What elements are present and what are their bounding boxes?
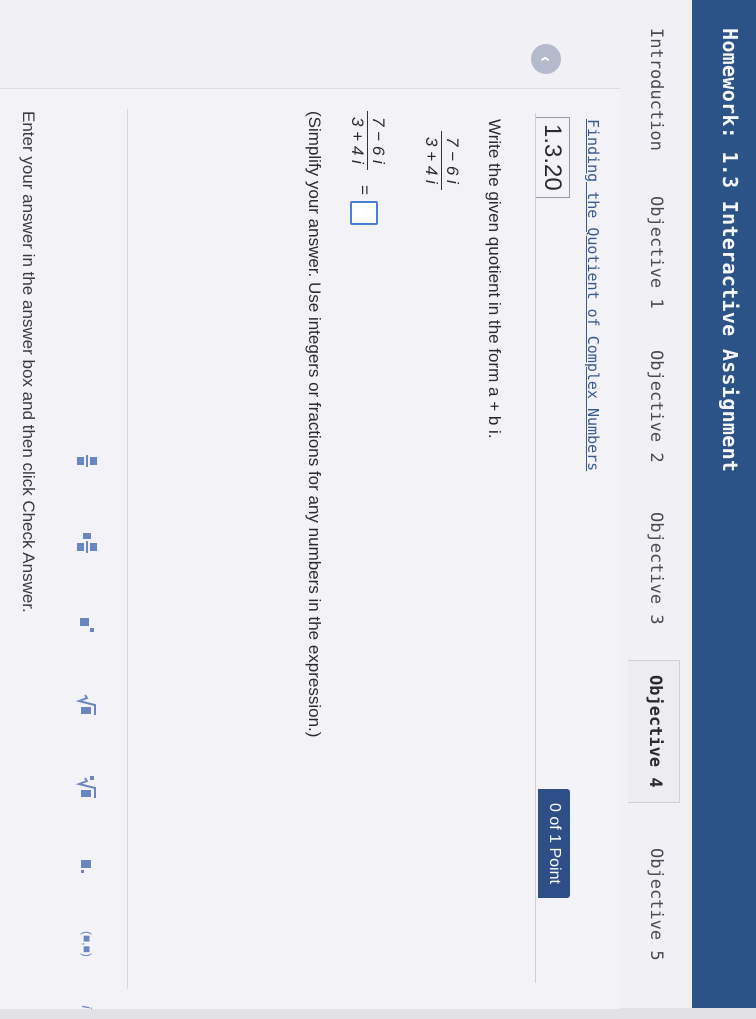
equation-denominator: 3 + 4 i <box>348 117 367 164</box>
tab-introduction[interactable]: Introduction <box>646 28 666 151</box>
section-link[interactable]: Finding the Quotient of Complex Numbers <box>584 119 602 471</box>
question-instruction: Write the given quotient in the form a +… <box>485 119 504 439</box>
imaginary-i-icon[interactable]: i <box>74 995 100 1019</box>
question-number: 1.3.20 <box>535 117 570 198</box>
simplify-hint: (Simplify your answer. Use integers or f… <box>305 111 324 738</box>
tab-objective-3[interactable]: Objective 3 <box>646 512 666 625</box>
screen: Homework: 1.3 Interactive Assignment Int… <box>0 0 756 1009</box>
divider <box>535 113 536 983</box>
fraction-icon[interactable] <box>74 449 100 473</box>
fraction-denominator: 3 + 4 i <box>422 137 441 184</box>
assignment-title: Homework: 1.3 Interactive Assignment <box>718 28 742 473</box>
mixed-number-icon[interactable] <box>74 531 100 555</box>
points-badge: 0 of 1 Point <box>538 789 570 898</box>
back-arrow-icon[interactable]: ‹ <box>531 44 561 74</box>
equals-sign: = <box>355 185 374 195</box>
tab-objective-4[interactable]: Objective 4 <box>628 660 680 803</box>
tab-objective-1[interactable]: Objective 1 <box>646 196 666 309</box>
nth-root-icon[interactable] <box>74 775 100 799</box>
tab-objective-2[interactable]: Objective 2 <box>646 350 666 463</box>
given-fraction: 7 − 6 i 3 + 4 i <box>421 131 462 190</box>
equation-fraction: 7 − 6 i 3 + 4 i <box>347 111 388 170</box>
exponent-icon[interactable] <box>74 613 100 637</box>
tab-objective-5[interactable]: Objective 5 <box>646 848 666 961</box>
interval-icon[interactable]: (■,■) <box>74 931 100 957</box>
toolbar-divider <box>127 109 128 989</box>
fraction-numerator: 7 − 6 i <box>441 131 462 190</box>
square-root-icon[interactable] <box>74 693 100 717</box>
footer-instruction: Enter your answer in the answer box and … <box>19 111 38 613</box>
answer-input[interactable] <box>350 201 378 225</box>
assignment-header: Homework: 1.3 Interactive Assignment <box>688 0 756 1008</box>
decimal-icon[interactable] <box>74 855 100 879</box>
question-panel: Finding the Quotient of Complex Numbers … <box>0 88 620 1009</box>
objective-tabs: Introduction Objective 1 Objective 2 Obj… <box>616 0 688 1008</box>
equation-numerator: 7 − 6 i <box>367 111 388 170</box>
